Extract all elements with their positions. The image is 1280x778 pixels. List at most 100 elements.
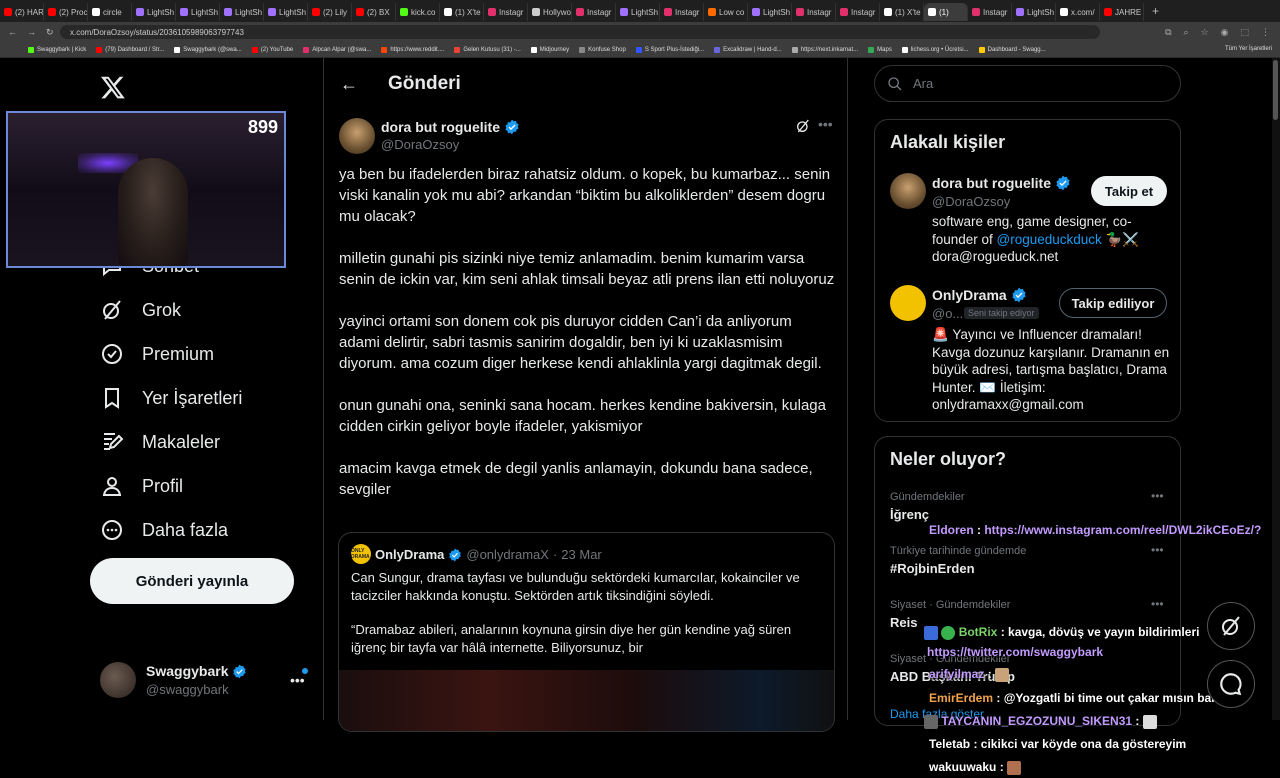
more-dots-icon[interactable]: ••• [1151, 543, 1164, 557]
reload-icon[interactable]: ↻ [46, 27, 54, 38]
back-arrow-icon[interactable]: ← [8, 27, 17, 38]
sidebar-item-profile[interactable]: Profil [100, 474, 183, 498]
bookmark-label: https://next.inkarnat... [800, 46, 859, 53]
trend-name[interactable]: #RojbinErden [890, 561, 975, 576]
x-logo-icon[interactable] [100, 74, 126, 100]
bookmark-item[interactable]: Dashboard - Swagg... [978, 46, 1046, 53]
zoom-icon[interactable]: ⌕ [1184, 27, 1189, 38]
browser-tab[interactable]: (1) X'te [880, 3, 924, 21]
grok-icon[interactable] [795, 118, 811, 134]
browser-tab[interactable]: (2) Proc [44, 3, 88, 21]
star-icon[interactable]: ☆ [1201, 27, 1209, 38]
tweet-author-avatar[interactable] [339, 118, 375, 154]
browser-tab[interactable]: kick.co [396, 3, 440, 21]
following-button[interactable]: Takip ediliyor [1059, 288, 1167, 318]
bookmark-item[interactable]: (79) Dashboard / Str... [96, 46, 164, 53]
trend-name[interactable]: Reis [890, 615, 917, 630]
new-tab-icon[interactable]: + [1144, 4, 1159, 18]
person-handle[interactable]: @o... [932, 306, 963, 321]
bookmark-item[interactable]: https://next.inkarnat... [791, 46, 859, 53]
post-button[interactable]: Gönderi yayınla [90, 558, 294, 604]
browser-tab[interactable]: (2) Lily [308, 3, 352, 21]
browser-tab[interactable]: Instagr [968, 3, 1012, 21]
more-dots-icon[interactable]: ••• [1151, 489, 1164, 503]
browser-tab[interactable]: circle [88, 3, 132, 21]
browser-tab[interactable]: JAHRE [1100, 3, 1144, 21]
sidebar-item-premium[interactable]: Premium [100, 342, 214, 366]
browser-tab[interactable]: Instagr [484, 3, 528, 21]
browser-tab[interactable]: (1) X'te [440, 3, 484, 21]
bookmark-item[interactable]: (2) YouTube [251, 46, 293, 53]
bookmark-item[interactable]: Swaggybark (@swa... [174, 46, 242, 53]
all-bookmarks-link[interactable]: Tüm Yer İşaretleri [1225, 46, 1272, 52]
browser-tab[interactable]: LightSh [748, 3, 792, 21]
browser-tab[interactable]: LightSh [264, 3, 308, 21]
browser-tab[interactable]: (2) BX [352, 3, 396, 21]
browser-tab[interactable]: Instagr [836, 3, 880, 21]
browser-tab[interactable]: LightSh [616, 3, 660, 21]
person-handle[interactable]: @DoraOzsoy [932, 194, 1010, 209]
browser-tab[interactable]: Instagr [792, 3, 836, 21]
bookmark-item[interactable]: Swaggybark | Kick [28, 46, 86, 53]
person-name[interactable]: dora but roguelite [932, 175, 1071, 191]
bio-link[interactable]: @rogueduckduck [997, 232, 1102, 247]
sidebar-item-grok[interactable]: Grok [100, 298, 181, 322]
search-input[interactable]: Ara [874, 65, 1181, 102]
forward-arrow-icon[interactable]: → [27, 27, 36, 38]
trend-name[interactable]: İğrenç [890, 507, 929, 522]
avatar[interactable] [890, 173, 926, 209]
bookmark-item[interactable]: lichess.org • Ücretsi... [901, 46, 969, 53]
more-dots-icon[interactable]: ••• [1151, 597, 1164, 611]
tab-label: x.com/ [1071, 7, 1095, 17]
sidebar-item-bookmarks[interactable]: Yer İşaretleri [100, 386, 242, 410]
bookmark-item[interactable]: Maps [868, 46, 892, 53]
browser-tab[interactable]: LightSh [176, 3, 220, 21]
bookmark-item[interactable]: Excalidraw | Hand-d... [714, 46, 782, 53]
bookmark-item[interactable]: https://www.reddit.... [381, 46, 444, 53]
browser-tab[interactable]: Instagr [572, 3, 616, 21]
tab-label: (2) HAR [15, 7, 44, 17]
page-scrollbar[interactable] [1272, 58, 1280, 720]
tab-label: Hollywo [543, 7, 572, 17]
bookmark-label: Konfuse Shop [588, 46, 626, 53]
browser-tab[interactable]: LightSh [132, 3, 176, 21]
follow-button[interactable]: Takip et [1091, 176, 1167, 206]
chat-colon: : [970, 737, 981, 751]
more-dots-icon[interactable]: ••• [290, 672, 305, 688]
extension-icon[interactable]: ◉ [1221, 27, 1229, 38]
browser-tab[interactable]: Hollywo [528, 3, 572, 21]
tweet-author-handle[interactable]: @DoraOzsoy [381, 137, 459, 152]
bookmark-item[interactable]: Alpcan Alpar (@swa... [303, 46, 371, 53]
person-name[interactable]: OnlyDrama [932, 287, 1027, 303]
url-field[interactable]: x.com/DoraOzsoy/status/20361059890637977… [60, 25, 1100, 39]
grok-float-button[interactable] [1207, 602, 1255, 650]
quoted-tweet[interactable]: ONLY DRAMA OnlyDrama @onlydramaX · 23 Ma… [338, 532, 835, 732]
tab-favicon-icon [136, 8, 144, 16]
browser-tab[interactable]: Low co [704, 3, 748, 21]
browser-tab[interactable]: (1) [924, 3, 968, 21]
tweet-author-name[interactable]: dora but roguelite [381, 119, 520, 135]
person-bio: 🚨 Yayıncı ve Influencer dramaları! Kavga… [932, 327, 1170, 412]
account-switcher[interactable]: Swaggybark @swaggybark ••• [100, 660, 310, 700]
back-arrow-icon[interactable]: ← [340, 74, 358, 95]
extensions-puzzle-icon[interactable]: ⬚ [1240, 27, 1249, 38]
tweet-paragraph: amacim kavga etmek de degil yanlis anlam… [339, 460, 813, 498]
avatar[interactable] [890, 285, 926, 321]
menu-icon[interactable]: ⋮ [1261, 27, 1270, 38]
browser-tab[interactable]: Instagr [660, 3, 704, 21]
bookmark-item[interactable]: Konfuse Shop [579, 46, 626, 53]
bookmark-item[interactable]: S Sport Plus-İstediği... [635, 46, 704, 53]
bookmark-item[interactable]: Midjourney [530, 46, 569, 53]
browser-tab[interactable]: LightSh [1012, 3, 1056, 21]
browser-tab[interactable]: LightSh [220, 3, 264, 21]
sidebar-item-more[interactable]: Daha fazla [100, 518, 228, 542]
browser-tab[interactable]: (2) HAR [0, 3, 44, 21]
scrollbar-thumb[interactable] [1273, 60, 1278, 120]
bookmark-item[interactable]: Gelen Kutusu (31) -... [454, 46, 521, 53]
install-icon[interactable]: ⧉ [1165, 27, 1171, 38]
sidebar-item-articles[interactable]: Makaleler [100, 430, 220, 454]
quoted-media[interactable] [339, 670, 834, 731]
browser-tab[interactable]: x.com/ [1056, 3, 1100, 21]
messages-float-button[interactable] [1207, 660, 1255, 708]
more-dots-icon[interactable]: ••• [818, 116, 833, 132]
